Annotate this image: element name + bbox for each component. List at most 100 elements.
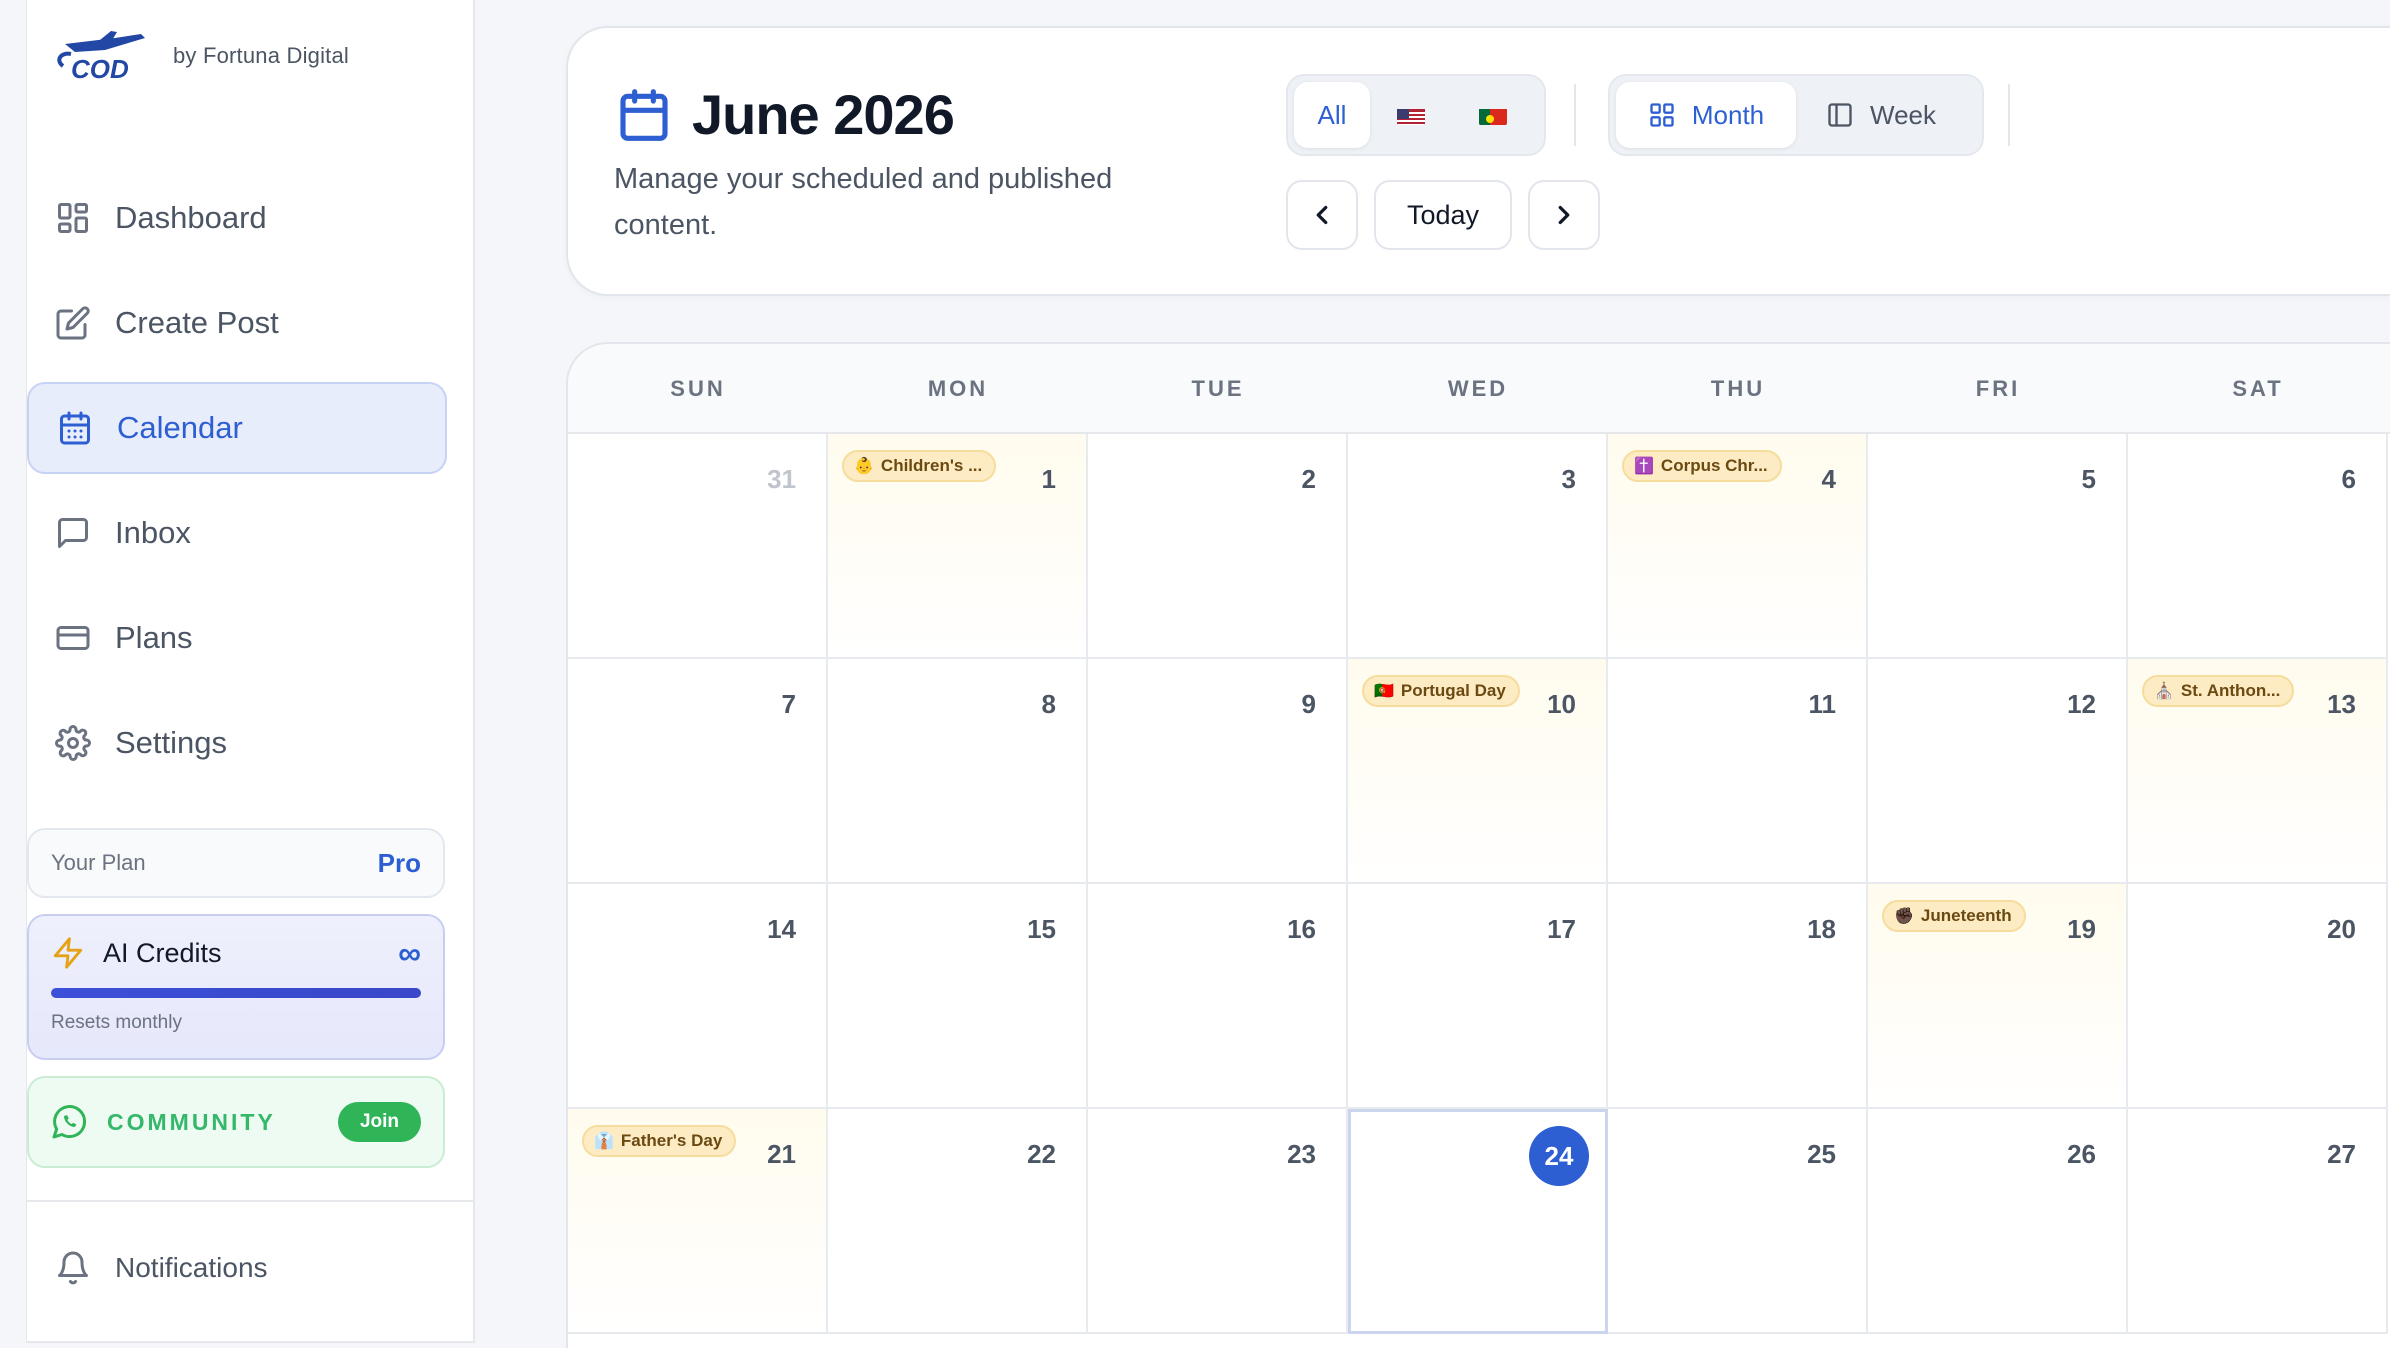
join-community-button[interactable]: Join xyxy=(337,1102,421,1142)
edit-icon xyxy=(55,305,91,341)
calendar-day[interactable]: 5 xyxy=(1868,434,2128,659)
chevron-left-icon xyxy=(1316,205,1328,225)
page-title: June 2026 xyxy=(692,83,955,146)
day-number: 13 xyxy=(2327,689,2356,719)
day-number: 14 xyxy=(767,914,796,944)
calendar-day[interactable]: 15 xyxy=(828,884,1088,1109)
filter-all-button[interactable]: All xyxy=(1294,82,1370,148)
day-number: 20 xyxy=(2327,914,2356,944)
toolbar-divider xyxy=(2008,84,2010,146)
calendar-day[interactable]: ✝️ Corpus Chr... 4 xyxy=(1608,434,1868,659)
sidebar-item-label: Inbox xyxy=(115,515,191,550)
sidebar-item-inbox[interactable]: Inbox xyxy=(27,487,447,579)
sidebar-item-plans[interactable]: Plans xyxy=(27,592,447,684)
calendar-day[interactable]: 9 xyxy=(1088,659,1348,884)
calendar-day[interactable]: ✊🏿 Juneteenth 19 xyxy=(1868,884,2128,1109)
filter-us-button[interactable] xyxy=(1370,82,1452,148)
sidebar: COD by Fortuna Digital Dashboard Create … xyxy=(26,0,475,1343)
day-number: 11 xyxy=(1808,689,1837,719)
day-number: 16 xyxy=(1287,914,1316,944)
holiday-event-label: Father's Day xyxy=(620,1131,723,1150)
brand[interactable]: COD by Fortuna Digital xyxy=(45,30,349,82)
calendar-day[interactable]: 3 xyxy=(1348,434,1608,659)
holiday-event-pill[interactable]: ✝️ Corpus Chr... xyxy=(1622,450,1782,482)
holiday-event-pill[interactable]: 🇵🇹 Portugal Day xyxy=(1362,675,1520,707)
grid-icon xyxy=(1648,101,1676,129)
calendar-day[interactable]: 17 xyxy=(1348,884,1608,1109)
sidebar-item-calendar[interactable]: Calendar xyxy=(27,382,447,474)
calendar-day[interactable]: ⛪ St. Anthon... 13 xyxy=(2128,659,2388,884)
columns-icon xyxy=(1826,101,1854,129)
month-view-button[interactable]: Month xyxy=(1616,82,1796,148)
day-number: 27 xyxy=(2327,1139,2356,1169)
holiday-emoji-icon: 🇵🇹 xyxy=(1374,683,1394,700)
day-number: 10 xyxy=(1547,689,1576,719)
calendar-day[interactable]: 27 xyxy=(2128,1109,2388,1334)
month-calendar: SUN MON TUE WED THU FRI SAT 31 👶 Children's ... 1… xyxy=(566,342,2390,1348)
calendar-day[interactable]: 8 xyxy=(828,659,1088,884)
holiday-emoji-icon: ⛪ xyxy=(2154,683,2174,700)
calendar-day[interactable]: 👶 Children's ... 1 xyxy=(828,434,1088,659)
sidebar-item-create-post[interactable]: Create Post xyxy=(27,277,447,369)
sidebar-item-dashboard[interactable]: Dashboard xyxy=(27,172,447,264)
day-number: 1 xyxy=(1041,464,1056,494)
day-number: 17 xyxy=(1547,914,1576,944)
holiday-event-pill[interactable]: ✊🏿 Juneteenth xyxy=(1882,900,2026,932)
sidebar-item-notifications[interactable]: Notifications xyxy=(55,1250,268,1286)
filter-portugal-button[interactable] xyxy=(1452,82,1534,148)
plan-box[interactable]: Your Plan Pro xyxy=(27,828,445,898)
sidebar-item-settings[interactable]: Settings xyxy=(27,697,447,789)
community-label: COMMUNITY xyxy=(107,1108,276,1135)
week-view-button[interactable]: Week xyxy=(1796,82,1966,148)
calendar-day[interactable]: 🇵🇹 Portugal Day 10 xyxy=(1348,659,1608,884)
calendar-day-today[interactable]: 24 xyxy=(1348,1109,1608,1334)
today-button[interactable]: Today xyxy=(1374,180,1512,250)
weekday-wed: WED xyxy=(1447,376,1509,401)
calendar-day[interactable]: 12 xyxy=(1868,659,2128,884)
calendar-day[interactable]: 26 xyxy=(1868,1109,2128,1334)
previous-month-button[interactable] xyxy=(1286,180,1358,250)
weekday-sun: SUN xyxy=(670,376,726,401)
lightning-icon xyxy=(53,937,83,969)
calendar-day[interactable]: 👔 Father's Day 21 xyxy=(568,1109,828,1334)
day-number: 19 xyxy=(2067,914,2096,944)
holiday-emoji-icon: ✊🏿 xyxy=(1894,908,1914,925)
holiday-event-pill[interactable]: 👶 Children's ... xyxy=(842,450,997,482)
day-number: 4 xyxy=(1821,464,1836,494)
sidebar-item-label: Dashboard xyxy=(115,200,267,235)
holiday-event-pill[interactable]: ⛪ St. Anthon... xyxy=(2142,675,2295,707)
calendar-day[interactable]: 16 xyxy=(1088,884,1348,1109)
calendar-day[interactable]: 2 xyxy=(1088,434,1348,659)
calendar-day[interactable]: 31 xyxy=(568,434,828,659)
day-number: 22 xyxy=(1027,1139,1056,1169)
community-box[interactable]: COMMUNITY Join xyxy=(27,1076,445,1168)
calendar-header: June 2026 Manage your scheduled and publ… xyxy=(566,26,2390,296)
calendar-day[interactable]: 6 xyxy=(2128,434,2388,659)
holiday-emoji-icon: 👶 xyxy=(854,458,874,475)
weekday-tue: TUE xyxy=(1191,376,1245,401)
calendar-day[interactable]: 11 xyxy=(1608,659,1868,884)
today-day-number: 24 xyxy=(1529,1126,1589,1186)
sidebar-item-label: Calendar xyxy=(117,410,243,445)
weekday-mon: MON xyxy=(927,376,989,401)
sidebar-item-label: Notifications xyxy=(115,1252,268,1283)
calendar-day[interactable]: 7 xyxy=(568,659,828,884)
sidebar-nav: Dashboard Create Post Calendar Inbox Pla… xyxy=(27,172,447,802)
ai-credits-progress xyxy=(51,988,421,998)
calendar-day[interactable]: 20 xyxy=(2128,884,2388,1109)
calendar-day[interactable]: 22 xyxy=(828,1109,1088,1334)
holiday-event-label: Juneteenth xyxy=(1920,906,2012,925)
calendar-day[interactable]: 25 xyxy=(1608,1109,1868,1334)
calendar-day[interactable]: 14 xyxy=(568,884,828,1109)
weekday-header: SUN MON TUE WED THU FRI SAT xyxy=(568,344,2390,434)
holiday-event-pill[interactable]: 👔 Father's Day xyxy=(582,1125,737,1157)
day-number: 25 xyxy=(1807,1139,1836,1169)
next-month-button[interactable] xyxy=(1528,180,1600,250)
ai-credits-box[interactable]: AI Credits ∞ Resets monthly xyxy=(27,914,445,1060)
whatsapp-icon xyxy=(52,1105,87,1139)
calendar-day[interactable]: 23 xyxy=(1088,1109,1348,1334)
ai-credits-title: AI Credits xyxy=(103,937,222,968)
message-icon xyxy=(55,515,91,551)
calendar-day[interactable]: 18 xyxy=(1608,884,1868,1109)
sidebar-item-label: Create Post xyxy=(115,305,279,340)
